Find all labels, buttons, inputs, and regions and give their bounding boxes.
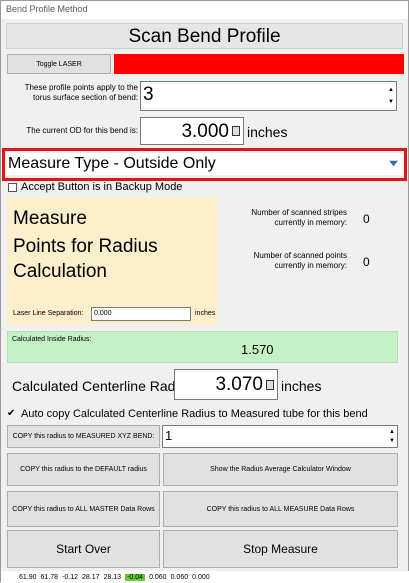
stripes-label-1: Number of scanned stripes [251, 208, 347, 217]
profile-points-value: 3 [143, 84, 154, 105]
accept-backup-checkbox[interactable] [8, 183, 17, 192]
measure-panel[interactable]: Measure Points for Radius Calculation La… [7, 197, 218, 325]
measure-title-line2: Points for Radius [13, 236, 158, 257]
inside-radius-value: 1.570 [241, 342, 274, 357]
copy-xyz-stepper[interactable]: 1 ▲ ▼ [162, 425, 398, 448]
od-unit: inches [247, 124, 288, 140]
status-value: 0.000 [192, 573, 210, 581]
stripes-value: 0 [363, 212, 370, 226]
inside-radius-label: Calculated Inside Radius: [12, 336, 92, 343]
start-over-button[interactable]: Start Over [7, 530, 160, 568]
dropdown-arrow-icon[interactable] [389, 159, 398, 168]
calculator-icon[interactable] [232, 126, 240, 136]
show-average-calculator-button[interactable]: Show the Radius Average Calculator Windo… [163, 453, 398, 486]
status-value: 0.060 [170, 573, 189, 581]
auto-copy-check-icon[interactable]: ✔ [7, 408, 15, 419]
measure-title-line1: Measure [13, 208, 87, 229]
status-value: 28.13 [103, 573, 122, 581]
status-bar: 61.90 61.78 -0.12 28.17 28.13 -0.04 0.06… [1, 571, 409, 583]
laser-separation-input[interactable]: 0.000 [91, 307, 191, 321]
points-value: 0 [363, 255, 370, 269]
status-value: -0.12 [62, 573, 79, 581]
laser-separation-unit: inches [195, 310, 216, 317]
status-value: 61.90 [19, 573, 37, 581]
laser-separation-label: Laser Line Separation: [13, 310, 84, 317]
status-value: 61.78 [40, 573, 59, 581]
status-value-highlight: -0.04 [125, 573, 146, 581]
profile-points-label-1: These profile points apply to the [24, 83, 138, 92]
bend-profile-window: Bend Profile Method Scan Bend Profile To… [0, 0, 409, 583]
od-input[interactable]: 3.000 [140, 117, 244, 145]
copy-measure-button[interactable]: COPY this radius to ALL MEASURE Data Row… [163, 491, 398, 527]
od-label: The current OD for this bend is: [26, 126, 138, 135]
copy-xyz-button[interactable]: COPY this radius to MEASURED XYZ BEND: [7, 425, 160, 448]
status-value: 28.17 [82, 573, 100, 581]
spin-up-icon[interactable]: ▲ [389, 429, 395, 435]
points-label-2: currently in memory: [274, 261, 347, 270]
centerline-unit: inches [281, 378, 322, 394]
od-value: 3.000 [181, 121, 229, 142]
points-label-1: Number of scanned points [253, 251, 347, 260]
measure-title-line3: Calculation [13, 261, 107, 282]
measure-type-dropdown[interactable]: Measure Type - Outside Only [7, 153, 402, 175]
centerline-label: Calculated Centerline Radius [12, 378, 194, 394]
spin-down-icon[interactable]: ▼ [389, 438, 395, 444]
status-value: 0.060 [149, 573, 167, 581]
spin-down-icon[interactable]: ▼ [388, 99, 394, 105]
page-title: Scan Bend Profile [6, 23, 403, 49]
stripes-label-2: currently in memory: [274, 218, 347, 227]
stop-measure-button[interactable]: Stop Measure [163, 530, 398, 568]
copy-xyz-value: 1 [165, 428, 173, 443]
measure-type-selected: Measure Type - Outside Only [8, 155, 216, 172]
calculator-icon[interactable] [266, 380, 274, 390]
profile-points-label-2: torus surface section of bend: [33, 93, 138, 102]
spin-up-icon[interactable]: ▲ [388, 87, 394, 93]
accept-backup-label: Accept Button is in Backup Mode [21, 181, 183, 193]
copy-default-button[interactable]: COPY this radius to the DEFAULT radius [7, 453, 160, 486]
inside-radius-panel: Calculated Inside Radius: 1.570 [7, 331, 398, 363]
window-title: Bend Profile Method [1, 1, 408, 19]
copy-master-button[interactable]: COPY this radius to ALL MASTER Data Rows [7, 491, 160, 527]
centerline-value: 3.070 [215, 374, 263, 395]
centerline-input[interactable]: 3.070 [174, 369, 278, 400]
toggle-laser-button[interactable]: Toggle LASER [7, 54, 111, 74]
laser-status-indicator [114, 54, 404, 74]
profile-points-stepper[interactable]: 3 ▲ ▼ [140, 81, 397, 111]
auto-copy-label: Auto copy Calculated Centerline Radius t… [21, 408, 368, 420]
